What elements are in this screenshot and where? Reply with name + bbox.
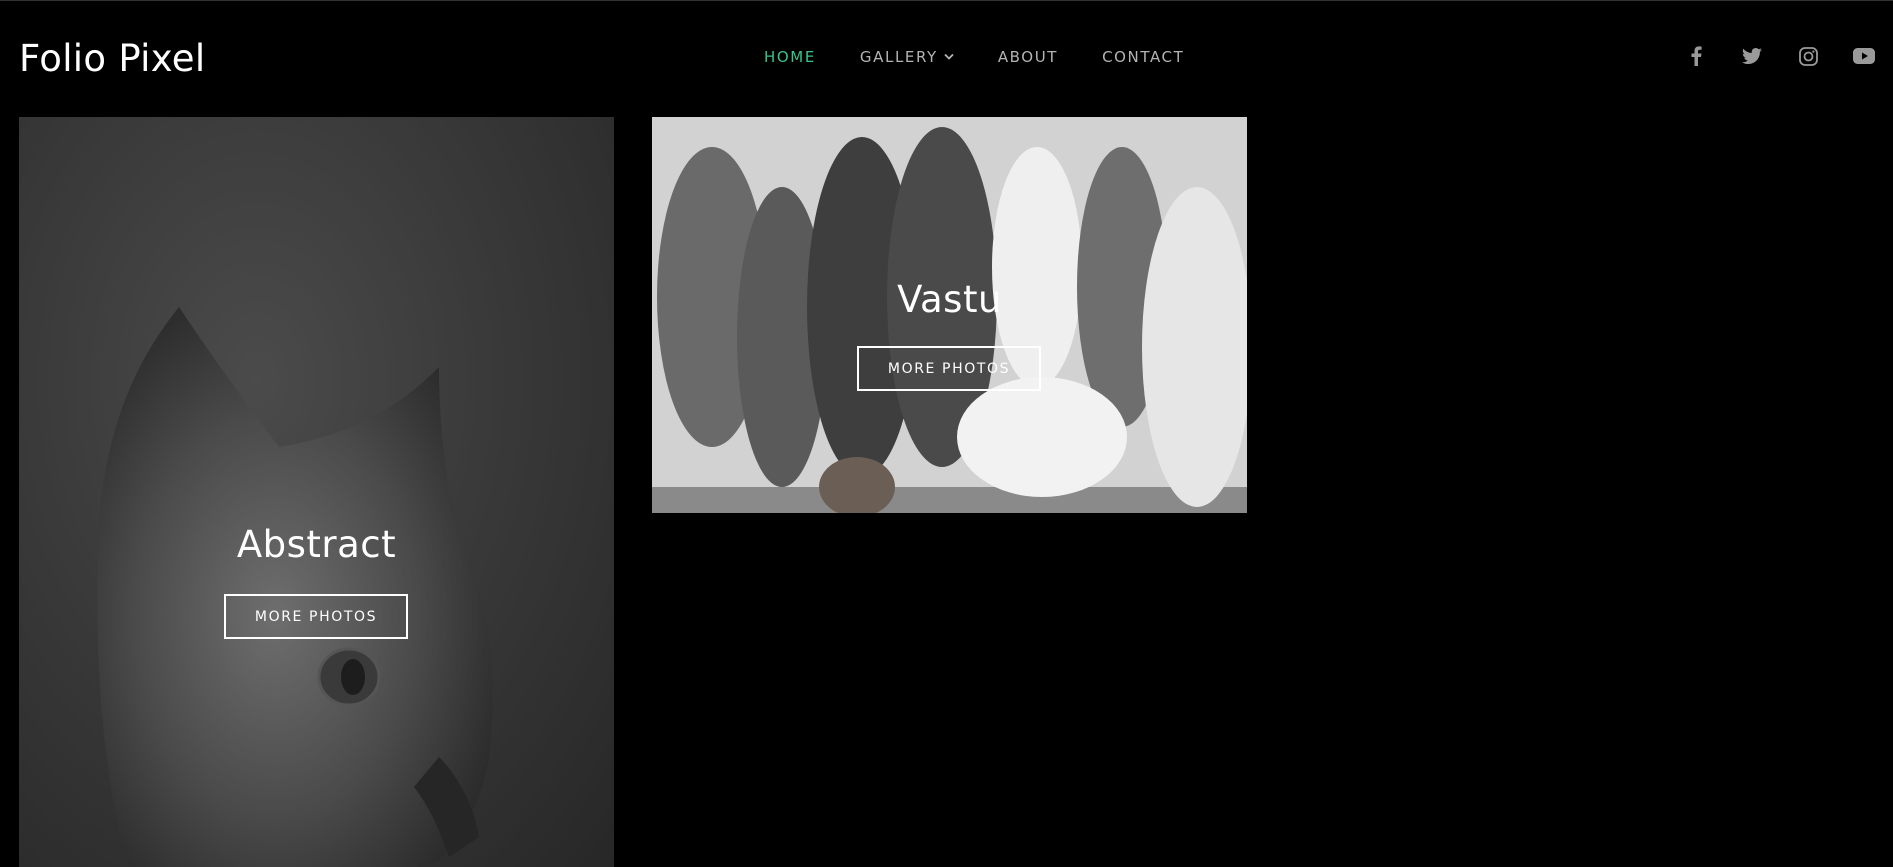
- nav-contact-label: CONTACT: [1102, 48, 1185, 66]
- site-header: Folio Pixel HOME GALLERY ABOUT CONTACT: [0, 0, 1893, 116]
- instagram-icon[interactable]: [1797, 45, 1819, 67]
- nav-gallery-label: GALLERY: [859, 48, 938, 66]
- social-links: [1685, 43, 1875, 69]
- twitter-icon[interactable]: [1741, 45, 1763, 67]
- nav-gallery[interactable]: GALLERY: [860, 48, 954, 66]
- more-photos-button-abstract[interactable]: MORE PHOTOS: [224, 594, 408, 639]
- gallery-card-vastu[interactable]: Vastu MORE PHOTOS: [652, 117, 1247, 513]
- nav-about-label: ABOUT: [997, 48, 1059, 66]
- nav-home-label: HOME: [764, 48, 816, 66]
- chevron-down-icon: [944, 53, 954, 61]
- gallery-card-title-vastu: Vastu: [897, 278, 1002, 321]
- nav-contact[interactable]: CONTACT: [1102, 48, 1184, 66]
- gallery-card-abstract[interactable]: MORE PHOTOS Abstract: [19, 117, 614, 867]
- gallery-card-title-abstract: Abstract: [236, 523, 397, 566]
- more-photos-button-vastu[interactable]: MORE PHOTOS: [857, 346, 1041, 391]
- facebook-icon[interactable]: [1685, 45, 1707, 67]
- abstract-cat-image: [97, 307, 493, 867]
- nav-about[interactable]: ABOUT: [998, 48, 1058, 66]
- nav-home[interactable]: HOME: [764, 48, 816, 66]
- youtube-icon[interactable]: [1853, 45, 1875, 67]
- main-nav: HOME GALLERY ABOUT CONTACT: [764, 44, 1184, 70]
- site-logo[interactable]: Folio Pixel: [19, 33, 205, 85]
